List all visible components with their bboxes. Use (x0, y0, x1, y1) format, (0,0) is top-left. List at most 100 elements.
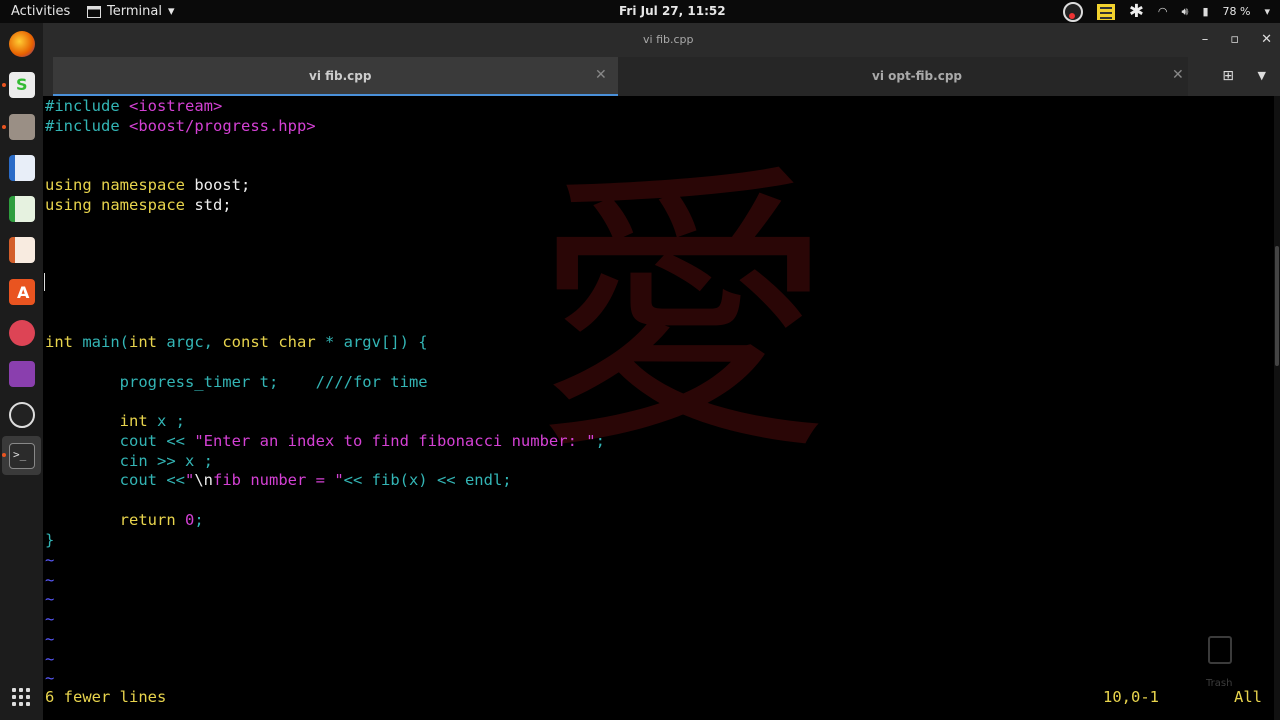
vim-empty-line-tilde: ~ (45, 570, 55, 589)
calc-icon[interactable] (9, 196, 35, 222)
code-token: return (45, 511, 185, 529)
code-token: ; (194, 511, 204, 529)
vim-status-message: 6 fewer lines (45, 688, 167, 706)
code-line: } (45, 530, 54, 550)
terminal-icon (87, 5, 101, 18)
code-line: cout << "Enter an index to find fibonacc… (45, 431, 605, 451)
notes-tray-icon[interactable] (1096, 3, 1115, 20)
running-indicator (2, 453, 6, 457)
code-token: } (45, 531, 55, 549)
vim-empty-line-tilde: ~ (45, 629, 55, 648)
slack-icon[interactable]: S (9, 72, 35, 98)
obs-icon[interactable] (9, 402, 35, 428)
tabs-menu-chevron-icon[interactable]: ▼ (1258, 69, 1266, 82)
tab-fib[interactable]: vi fib.cpp ✕ (53, 57, 618, 96)
code-line: #include <iostream> (45, 96, 222, 116)
terminal-icon[interactable]: >_ (9, 443, 35, 469)
vim-empty-line-tilde: ~ (45, 551, 55, 569)
video-icon[interactable] (9, 361, 35, 387)
tab-opt-fib[interactable]: vi opt-fib.cpp ✕ (618, 57, 1188, 96)
settings-tray-icon[interactable]: ✱ (1129, 1, 1144, 22)
system-tray[interactable]: ✱ ◠ 🔊︎ ▮ 78 % ▾ (1062, 1, 1270, 22)
trash-icon (1208, 636, 1232, 664)
code-token: fib number = " (213, 471, 344, 489)
code-token: using namespace (45, 196, 195, 214)
top-bar: Activities Terminal ▾ Fri Jul 27, 11:52 … (0, 0, 1280, 23)
code-token: ; (595, 432, 605, 450)
code-token: int (129, 333, 167, 351)
code-line: int main(int argc, const char * argv[]) … (45, 332, 428, 352)
software-center-icon[interactable]: A (9, 279, 35, 305)
code-line: int x ; (45, 411, 185, 431)
close-tab-icon[interactable]: ✕ (595, 67, 607, 83)
terminal-view[interactable]: 愛 #include <iostream> #include <boost/pro… (43, 96, 1274, 720)
app-menu[interactable]: Terminal ▾ (87, 4, 174, 19)
tab-bar: vi fib.cpp ✕ vi opt-fib.cpp ✕ ⊞ ▼ (43, 57, 1280, 96)
code-token: main( (82, 333, 129, 351)
code-token: argc, (166, 333, 223, 351)
text-cursor (44, 273, 45, 291)
code-token: const char (222, 333, 325, 351)
wallpaper-watermark: 愛 (533, 141, 833, 490)
scrollbar[interactable] (1274, 96, 1280, 720)
scrollbar-thumb[interactable] (1275, 246, 1279, 366)
close-icon[interactable]: ✕ (1261, 32, 1272, 47)
chevron-down-icon: ▾ (167, 4, 175, 19)
wifi-icon: ◠ (1157, 5, 1168, 18)
code-token: cout << (45, 471, 185, 489)
tab-label: vi opt-fib.cpp (872, 69, 962, 83)
chevron-down-icon[interactable]: ▾ (1264, 5, 1270, 18)
code-token: \n (194, 471, 213, 489)
settings-icon[interactable] (9, 320, 35, 346)
code-token: using namespace (45, 176, 195, 194)
close-tab-icon[interactable]: ✕ (1172, 67, 1184, 83)
impress-icon[interactable] (9, 237, 35, 263)
trash-desktop-icon[interactable]: Trash (1202, 632, 1238, 689)
code-line: progress_timer t; ////for time (45, 372, 428, 392)
code-token: #include (45, 117, 129, 135)
battery-icon: ▮ (1202, 5, 1209, 18)
code-token: <iostream> (129, 97, 223, 115)
code-token: <boost/progress.hpp> (129, 117, 316, 135)
code-line: #include <boost/progress.hpp> (45, 116, 316, 136)
code-line: cin >> x ; (45, 451, 213, 471)
minimize-icon[interactable]: – (1202, 32, 1209, 47)
trash-label: Trash (1206, 678, 1233, 689)
battery-percent: 78 % (1222, 5, 1251, 18)
new-tab-icon[interactable]: ⊞ (1222, 68, 1234, 84)
maximize-icon[interactable]: ▫ (1230, 32, 1239, 47)
files-icon[interactable] (9, 114, 35, 140)
code-line: using namespace boost; (45, 175, 250, 195)
running-indicator (2, 83, 6, 87)
tab-label: vi fib.cpp (309, 69, 372, 83)
vim-empty-line-tilde: ~ (45, 669, 55, 688)
code-token: 0 (184, 511, 195, 529)
obs-tray-icon[interactable] (1062, 1, 1083, 22)
window-title: vi fib.cpp (643, 33, 694, 46)
clock[interactable]: Fri Jul 27, 11:52 (619, 4, 726, 18)
code-token: cin >> x ; (45, 452, 213, 470)
running-indicator (2, 125, 6, 129)
vim-empty-line-tilde: ~ (45, 610, 55, 629)
code-line: using namespace std; (45, 195, 232, 215)
show-applications-icon[interactable] (12, 688, 30, 706)
code-token: * argv[]) { (324, 333, 428, 351)
vim-empty-line-tilde: ~ (45, 649, 55, 668)
firefox-icon[interactable] (9, 31, 35, 57)
code-token: "Enter an index to find fibonacci number… (194, 432, 596, 450)
writer-icon[interactable] (9, 155, 35, 181)
code-line: cout <<"\nfib number = "<< fib(x) << end… (45, 470, 512, 490)
code-token: progress_timer t; ////for time (45, 373, 428, 391)
vim-empty-line-tilde: ~ (45, 590, 55, 609)
activities-button[interactable]: Activities (11, 4, 70, 19)
window-titlebar[interactable]: vi fib.cpp – ▫ ✕ (43, 23, 1280, 57)
vim-scroll-position: All (1234, 688, 1262, 706)
code-token: int (45, 412, 157, 430)
code-token: boost; (194, 176, 251, 194)
code-token: int (45, 333, 83, 351)
code-token: x ; (156, 412, 185, 430)
app-menu-label: Terminal (107, 4, 162, 19)
code-line: return 0; (45, 510, 204, 530)
code-token: cout << (45, 432, 195, 450)
code-token: std; (194, 196, 232, 214)
